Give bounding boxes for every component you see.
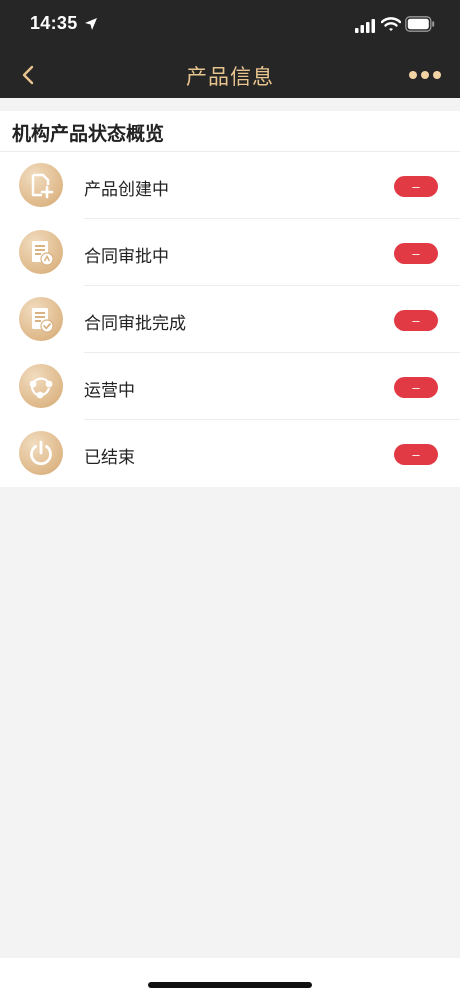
location-arrow-icon <box>84 16 98 35</box>
battery-icon <box>405 16 435 36</box>
item-label: 运营中 <box>84 381 135 401</box>
home-indicator[interactable] <box>148 982 312 988</box>
power-icon <box>19 431 63 475</box>
contract-approved-icon <box>19 297 63 341</box>
count-badge: – <box>394 310 438 331</box>
list-item-ended[interactable]: 已结束 – <box>0 419 460 487</box>
page-title: 产品信息 <box>186 65 274 89</box>
home-indicator-area <box>0 958 460 996</box>
list-item-operating[interactable]: 运营中 – <box>0 352 460 420</box>
status-time: 14:35 <box>30 13 78 33</box>
more-dots-icon <box>409 71 441 79</box>
status-list: 产品创建中 – 合同审批中 – 合同审批完成 – 运营中 – 已结束 – <box>0 151 460 487</box>
section-header: 机构产品状态概览 <box>0 111 460 151</box>
count-badge: – <box>394 176 438 197</box>
more-button[interactable] <box>408 64 442 86</box>
status-bar: 14:35 <box>0 0 460 50</box>
count-badge: – <box>394 243 438 264</box>
list-item-creating[interactable]: 产品创建中 – <box>0 152 460 219</box>
list-item-contract-pending[interactable]: 合同审批中 – <box>0 218 460 286</box>
item-label: 合同审批中 <box>84 247 169 267</box>
cellular-signal-icon <box>355 18 375 37</box>
count-badge: – <box>394 377 438 398</box>
item-label: 产品创建中 <box>84 180 169 200</box>
navigation-bar: 产品信息 <box>0 50 460 98</box>
count-badge: – <box>394 444 438 465</box>
section-title: 机构产品状态概览 <box>12 123 165 145</box>
list-item-contract-approved[interactable]: 合同审批完成 – <box>0 285 460 353</box>
operation-network-icon <box>19 364 63 408</box>
wifi-icon <box>380 17 402 36</box>
item-label: 合同审批完成 <box>84 314 186 334</box>
item-label: 已结束 <box>84 448 135 468</box>
document-add-icon <box>19 163 63 207</box>
contract-pending-icon <box>19 230 63 274</box>
